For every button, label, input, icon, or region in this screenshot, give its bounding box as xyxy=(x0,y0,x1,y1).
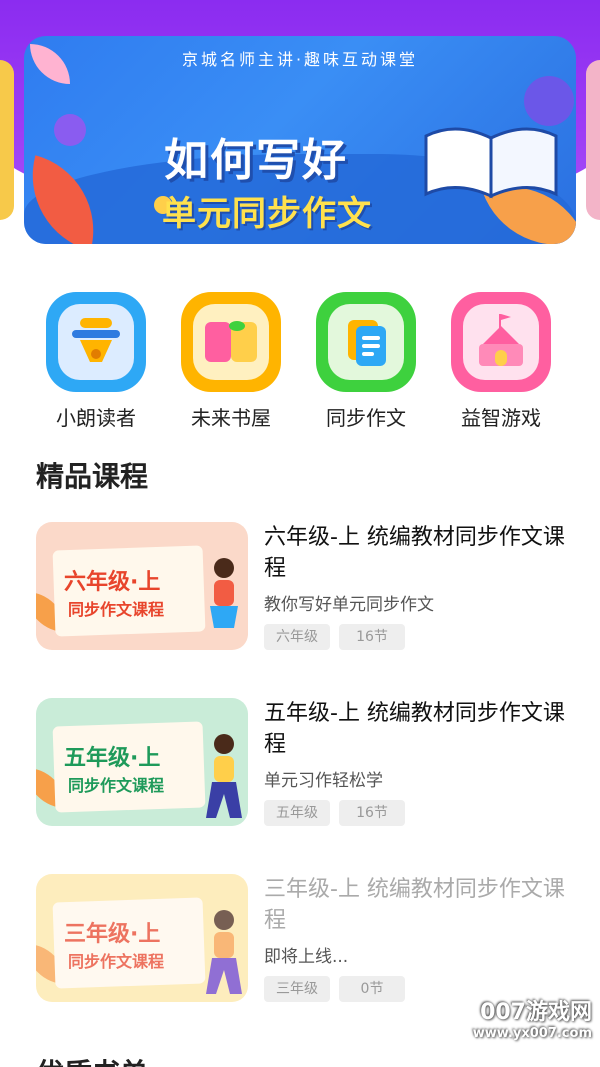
grade-tag: 五年级 xyxy=(264,800,330,826)
student-illustration xyxy=(206,910,242,994)
course-thumbnail: 三年级·上 同步作文课程 xyxy=(36,874,248,1002)
course-title: 五年级-上 统编教材同步作文课程 xyxy=(264,701,565,757)
feature-tile xyxy=(46,292,146,392)
grade-tag: 三年级 xyxy=(264,976,330,1002)
thumbnail-title: 三年级·上 xyxy=(64,922,161,947)
bubble-decoration xyxy=(54,114,86,146)
course-thumbnail: 五年级·上 同步作文课程 xyxy=(36,698,248,826)
banner-title-sub: 单元同步作文 xyxy=(162,194,372,234)
lessons-tag: 0节 xyxy=(339,976,405,1002)
feature-label: 未来书屋 xyxy=(191,406,271,430)
student-illustration xyxy=(206,734,242,818)
student-illustration xyxy=(210,558,238,628)
feature-bookstore[interactable]: 未来书屋 xyxy=(165,290,295,430)
lessons-tag: 16节 xyxy=(339,800,405,826)
course-title: 三年级-上 统编教材同步作文课程 xyxy=(264,877,565,933)
site-watermark: 007游戏网 www.yx007.com xyxy=(472,1000,592,1041)
feature-label: 同步作文 xyxy=(326,406,406,430)
course-description: 教你写好单元同步作文 xyxy=(264,595,434,615)
feature-label: 益智游戏 xyxy=(461,406,541,430)
microphone-icon xyxy=(72,318,120,362)
feature-tile xyxy=(181,292,281,392)
document-icon xyxy=(348,320,386,366)
feature-tile xyxy=(451,292,551,392)
castle-icon xyxy=(479,314,523,366)
course-item[interactable]: 三年级·上 同步作文课程 三年级-上 统编教材同步作文课程 即将上线... 三年… xyxy=(0,874,600,1014)
course-item[interactable]: 六年级·上 同步作文课程 六年级-上 统编教材同步作文课程 教你写好单元同步作文… xyxy=(0,522,600,662)
feature-label: 小朗读者 xyxy=(56,406,136,430)
promo-banner[interactable]: 京城名师主讲·趣味互动课堂 如何写好 单元同步作文 xyxy=(24,36,576,244)
feature-reader[interactable]: 小朗读者 xyxy=(30,290,160,430)
course-description: 单元习作轻松学 xyxy=(264,771,383,791)
banner-title: 如何写好 xyxy=(164,135,348,186)
feature-grid: 小朗读者 未来书屋 同步作文 益智游戏 xyxy=(0,290,600,430)
thumbnail-subtitle: 同步作文课程 xyxy=(68,952,165,971)
open-book-icon xyxy=(424,127,558,199)
feature-tile xyxy=(316,292,416,392)
banner-subtitle: 京城名师主讲·趣味互动课堂 xyxy=(181,50,419,69)
course-thumbnail: 六年级·上 同步作文课程 xyxy=(36,522,248,650)
lessons-tag: 16节 xyxy=(339,624,405,650)
feature-composition[interactable]: 同步作文 xyxy=(300,290,430,430)
feature-games[interactable]: 益智游戏 xyxy=(435,290,565,430)
course-description: 即将上线... xyxy=(264,947,349,967)
grade-tag: 六年级 xyxy=(264,624,330,650)
thumbnail-title: 五年级·上 xyxy=(64,746,161,771)
course-title: 六年级-上 统编教材同步作文课程 xyxy=(264,525,565,581)
thumbnail-title: 六年级·上 xyxy=(64,570,161,595)
banner-next-card[interactable] xyxy=(586,60,600,220)
section-title: 精品课程 xyxy=(36,460,149,493)
thumbnail-subtitle: 同步作文课程 xyxy=(68,776,165,795)
course-item[interactable]: 五年级·上 同步作文课程 五年级-上 统编教材同步作文课程 单元习作轻松学 五年… xyxy=(0,698,600,838)
next-section-title: 优质书单 xyxy=(36,1052,148,1067)
thumbnail-subtitle: 同步作文课程 xyxy=(68,600,165,619)
banner-prev-card[interactable] xyxy=(0,60,14,220)
book-icon xyxy=(205,321,257,362)
